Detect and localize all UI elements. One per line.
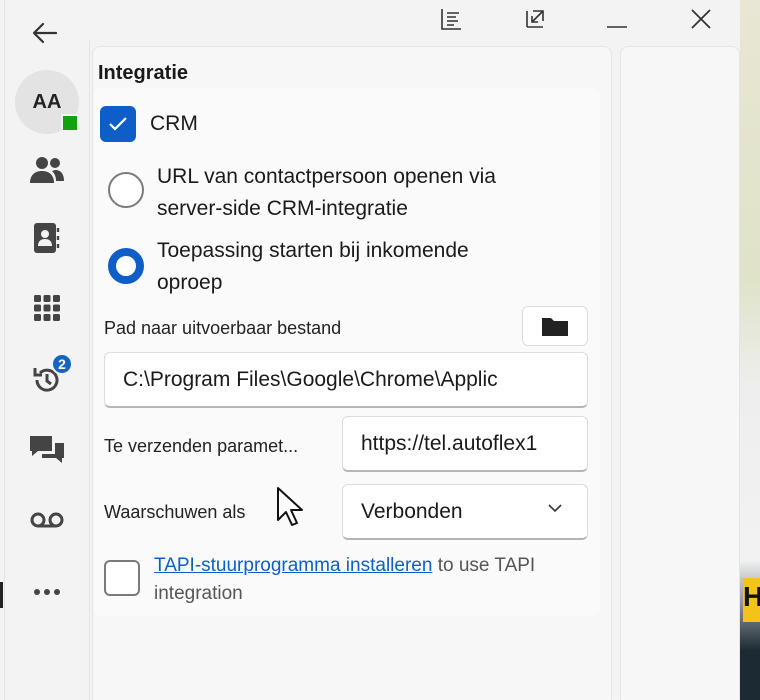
mouse-cursor-icon <box>277 487 303 526</box>
nav-item-dialpad[interactable] <box>25 288 69 328</box>
close-button[interactable] <box>679 4 723 34</box>
more-icon <box>34 589 60 595</box>
background-sign: H <box>743 578 760 622</box>
radio-url-label-line2: server-side CRM-integratie <box>157 197 408 220</box>
folder-icon <box>542 318 568 336</box>
checkmark-icon <box>109 117 127 131</box>
params-input[interactable]: https://tel.autoflex1 <box>342 416 588 472</box>
crm-checkbox[interactable] <box>100 106 136 142</box>
crm-label: CRM <box>150 112 198 135</box>
radio-url-label-line1: URL van contactpersoon openen via <box>157 165 496 188</box>
path-value: C:\Program Files\Google\Chrome\Applic <box>123 367 498 391</box>
contact-card-icon <box>34 223 60 253</box>
radio-app-label-line1: Toepassing starten bij inkomende <box>157 239 469 262</box>
voicemail-icon <box>30 512 64 528</box>
background-map: H <box>740 0 760 700</box>
side-panel <box>620 46 740 700</box>
tapi-install-link[interactable]: TAPI-stuurprogramma installeren <box>154 555 432 576</box>
nav-divider <box>89 40 90 700</box>
tapi-description: TAPI-stuurprogramma installeren to use T… <box>154 552 594 608</box>
arrow-left-icon <box>32 22 58 44</box>
section-title: Integratie <box>98 62 189 84</box>
browse-folder-button[interactable] <box>522 306 588 346</box>
avatar-initials: AA <box>32 90 62 113</box>
radio-url-option[interactable] <box>108 172 144 208</box>
nav-item-people[interactable] <box>25 150 69 190</box>
params-value: https://tel.autoflex1 <box>361 431 538 455</box>
path-label: Pad naar uitvoerbaar bestand <box>104 318 342 338</box>
minimize-icon <box>607 26 627 28</box>
nav-item-chat[interactable] <box>25 430 69 470</box>
people-icon <box>30 157 64 183</box>
chat-icon <box>30 436 64 463</box>
chevron-down-icon <box>548 504 562 513</box>
warn-label: Waarschuwen als <box>104 502 246 522</box>
popout-button[interactable] <box>513 4 557 34</box>
dialpad-icon <box>34 295 60 321</box>
radio-app-option[interactable] <box>108 248 144 284</box>
minimize-button[interactable] <box>595 4 639 34</box>
presence-indicator <box>61 114 79 132</box>
list-icon <box>441 9 461 30</box>
close-icon <box>691 9 711 29</box>
popout-icon <box>526 10 544 28</box>
nav-item-voicemail[interactable] <box>25 500 69 540</box>
path-input[interactable]: C:\Program Files\Google\Chrome\Applic <box>104 352 588 408</box>
warn-value: Verbonden <box>361 499 463 523</box>
nav-item-more[interactable] <box>25 572 69 612</box>
back-button[interactable] <box>25 18 65 48</box>
history-badge: 2 <box>51 353 73 375</box>
background-edge <box>0 582 3 608</box>
warn-dropdown[interactable]: Verbonden <box>342 484 588 540</box>
list-view-button[interactable] <box>429 4 473 34</box>
tapi-checkbox[interactable] <box>104 560 140 596</box>
params-label: Te verzenden paramet... <box>104 436 299 456</box>
nav-item-contacts[interactable] <box>25 218 69 258</box>
radio-app-label-line2: oproep <box>157 271 223 294</box>
